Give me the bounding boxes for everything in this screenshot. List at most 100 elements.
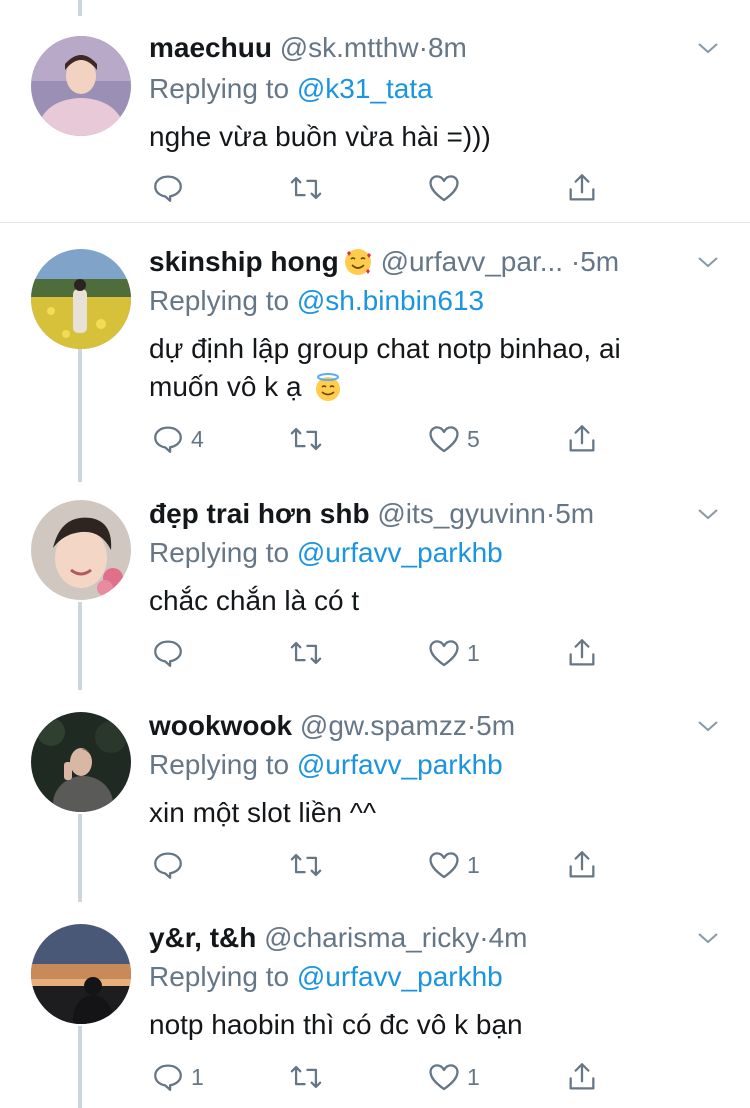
tweet-actions: 4 5 — [149, 419, 609, 459]
replying-to: Replying to @urfavv_parkhb — [149, 747, 503, 783]
separator-dot: · — [418, 32, 428, 63]
timestamp[interactable]: 5m — [476, 710, 515, 741]
tweet-header: wookwook @gw.spamzz·5m — [149, 708, 682, 744]
avatar-image — [31, 712, 131, 812]
tweet-actions: 1 — [149, 633, 609, 673]
retweet-button[interactable] — [289, 419, 329, 459]
like-button[interactable]: 5 — [427, 419, 480, 459]
chevron-down-icon[interactable] — [696, 926, 720, 950]
tweet-text-span: muốn vô k ạ — [149, 371, 302, 402]
display-name[interactable]: đẹp trai hơn shb — [149, 498, 370, 529]
reply-button[interactable] — [151, 168, 191, 208]
like-count: 5 — [467, 425, 480, 452]
reply-mention-link[interactable]: @k31_tata — [297, 73, 433, 104]
replying-to: Replying to @urfavv_parkhb — [149, 535, 503, 571]
timestamp[interactable]: 5m — [555, 498, 594, 529]
reply-button[interactable] — [151, 633, 191, 673]
smiling-face-with-halo-icon — [316, 373, 341, 401]
display-name[interactable]: wookwook — [149, 710, 292, 741]
user-handle[interactable]: @its_gyuvinn — [377, 498, 546, 529]
tweet-text-line: dự định lập group chat notp binhao, ai — [149, 333, 621, 364]
tweet-text-line: nghe vừa buồn vừa hài =))) — [149, 121, 491, 152]
timestamp[interactable]: 4m — [489, 922, 528, 953]
tweet-skinship-hong[interactable]: skinship hong @urfavv_par... ·5m Replyin… — [0, 223, 750, 482]
reply-mention-link[interactable]: @sh.binbin613 — [297, 285, 484, 316]
display-name[interactable]: skinship hong — [149, 246, 339, 277]
separator-dot: · — [570, 246, 581, 277]
avatar[interactable] — [31, 712, 131, 812]
tweet-yr-th[interactable]: y&r, t&h @charisma_ricky·4m Replying to … — [0, 902, 750, 1108]
share-icon — [569, 425, 595, 452]
heart-icon — [429, 640, 459, 667]
reply-button[interactable]: 4 — [151, 419, 204, 459]
like-button[interactable]: 1 — [427, 1057, 480, 1097]
thread-line — [78, 347, 82, 482]
share-icon — [569, 1063, 595, 1090]
avatar[interactable] — [31, 500, 131, 600]
chevron-down-icon[interactable] — [696, 250, 720, 274]
chevron-down-icon[interactable] — [696, 502, 720, 526]
tweet-actions — [149, 168, 609, 208]
avatar[interactable] — [31, 36, 131, 136]
smiling-face-with-hearts-icon — [344, 249, 371, 275]
display-name[interactable]: y&r, t&h — [149, 922, 256, 953]
retweet-icon — [290, 176, 322, 200]
like-button[interactable]: 1 — [427, 633, 480, 673]
separator-dot: · — [545, 498, 556, 529]
avatar[interactable] — [31, 924, 131, 1024]
share-button[interactable] — [565, 419, 599, 459]
avatar-image — [31, 924, 131, 1024]
share-icon — [569, 174, 595, 201]
retweet-button[interactable] — [289, 845, 329, 885]
retweet-button[interactable] — [289, 633, 329, 673]
tweet-text-line: xin một slot liền ^^ — [149, 797, 377, 828]
reply-mention-link[interactable]: @urfavv_parkhb — [297, 961, 503, 992]
heart-icon — [429, 426, 459, 453]
tweet-actions: 1 — [149, 845, 609, 885]
tweet-wookwook[interactable]: wookwook @gw.spamzz·5m Replying to @urfa… — [0, 690, 750, 902]
reply-mention-link[interactable]: @urfavv_parkhb — [297, 749, 503, 780]
like-button[interactable] — [427, 168, 467, 208]
timestamp[interactable]: 5m — [580, 246, 619, 277]
chevron-down-icon[interactable] — [696, 36, 720, 60]
separator-dot: · — [479, 922, 489, 953]
timestamp[interactable]: 8m — [428, 32, 467, 63]
replying-to: Replying to @urfavv_parkhb — [149, 959, 503, 995]
avatar-image — [31, 500, 131, 600]
reply-count: 1 — [191, 1063, 204, 1090]
tweet-maechuu[interactable]: maechuu @sk.mtthw·8m Replying to @k31_ta… — [0, 0, 750, 222]
tweet-text-line: muốn vô k ạ — [149, 368, 689, 406]
reply-mention-link[interactable]: @urfavv_parkhb — [297, 537, 503, 568]
tweet-text: chắc chắn là có t — [149, 582, 689, 620]
user-handle[interactable]: @charisma_ricky — [264, 922, 479, 953]
tweet-text-line: chắc chắn là có t — [149, 585, 360, 616]
replying-to-label: Replying to — [149, 749, 297, 780]
like-button[interactable]: 1 — [427, 845, 480, 885]
tweet-text: notp haobin thì có đc vô k bạn — [149, 1006, 689, 1044]
share-button[interactable] — [565, 845, 599, 885]
display-name[interactable]: maechuu — [149, 32, 272, 63]
thread-line — [78, 1026, 82, 1108]
retweet-icon — [290, 641, 322, 665]
like-count: 1 — [467, 1063, 480, 1090]
reply-icon — [154, 175, 182, 202]
share-button[interactable] — [565, 1057, 599, 1097]
tweet-header: đẹp trai hơn shb @its_gyuvinn·5m — [149, 496, 682, 532]
retweet-icon — [290, 427, 322, 451]
heart-icon — [429, 175, 459, 202]
share-icon — [569, 639, 595, 666]
retweet-button[interactable] — [289, 168, 329, 208]
avatar[interactable] — [31, 249, 131, 349]
retweet-button[interactable] — [289, 1057, 329, 1097]
chevron-down-icon[interactable] — [696, 714, 720, 738]
replying-to-label: Replying to — [149, 73, 297, 104]
reply-count: 4 — [191, 425, 204, 452]
tweet-dep-trai-hon-shb[interactable]: đẹp trai hơn shb @its_gyuvinn·5m Replyin… — [0, 478, 750, 690]
reply-button[interactable] — [151, 845, 191, 885]
user-handle[interactable]: @urfavv_par... — [381, 246, 564, 277]
reply-button[interactable]: 1 — [151, 1057, 204, 1097]
share-button[interactable] — [565, 168, 599, 208]
user-handle[interactable]: @gw.spamzz — [300, 710, 467, 741]
share-button[interactable] — [565, 633, 599, 673]
user-handle[interactable]: @sk.mtthw — [280, 32, 419, 63]
